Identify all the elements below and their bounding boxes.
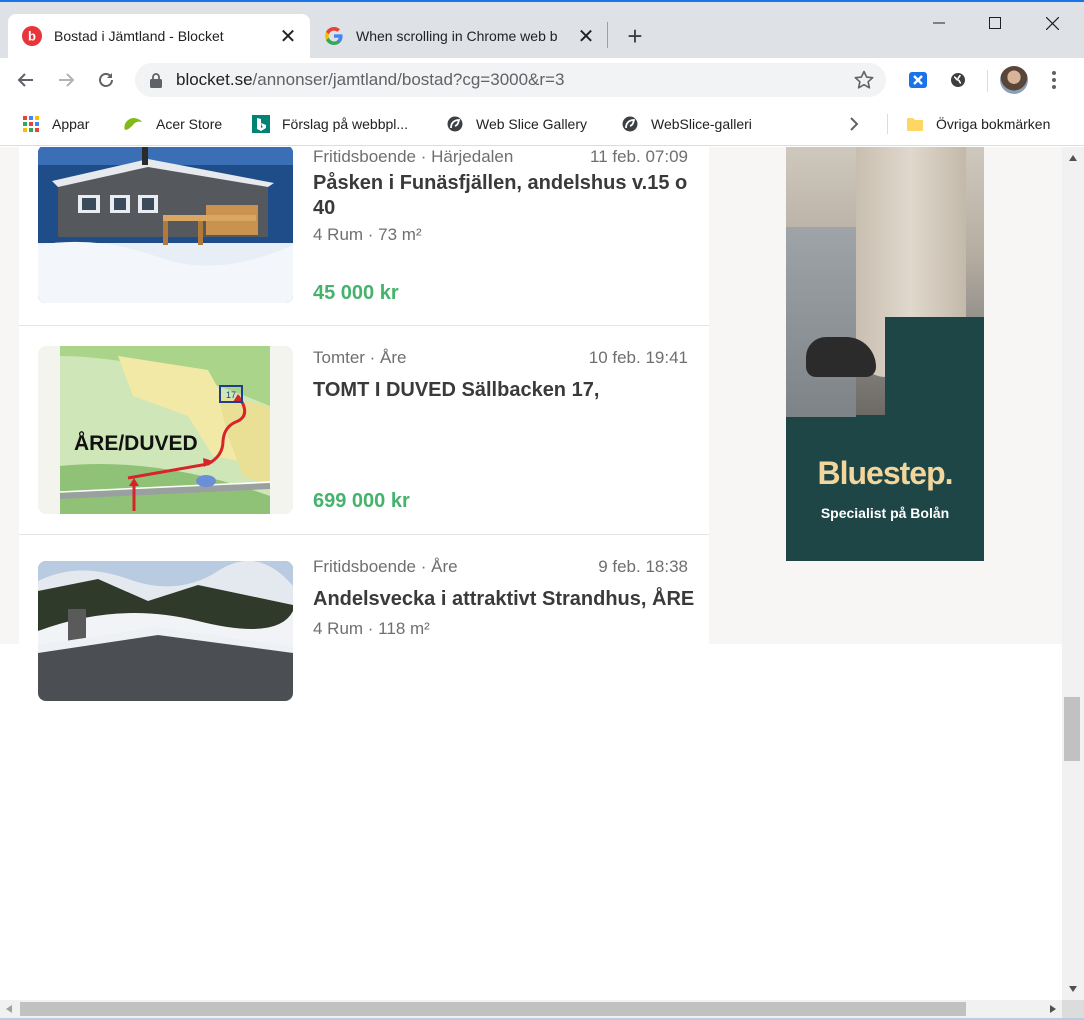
bookmark-label: Acer Store — [156, 116, 223, 132]
tab-close-icon[interactable]: ✕ — [276, 24, 300, 48]
listing-price: 45 000 kr — [313, 282, 399, 304]
svg-text:b: b — [28, 29, 36, 44]
tab-google[interactable]: When scrolling in Chrome web b ✕ — [310, 14, 608, 58]
ad-tagline: Specialist på Bolån — [820, 505, 950, 521]
scroll-up-arrow-icon[interactable] — [1062, 147, 1084, 169]
tab-close-icon[interactable]: ✕ — [574, 24, 598, 48]
bookmark-star-icon[interactable] — [854, 70, 874, 90]
vertical-scroll-thumb[interactable] — [1064, 697, 1080, 761]
toolbar-separator — [987, 70, 988, 92]
browser-window: b Bostad i Jämtland - Blocket ✕ When scr… — [0, 0, 1084, 1020]
listing-item[interactable]: Fritidsboende · Åre 9 feb. 18:38 Andelsv… — [19, 535, 709, 701]
listing-title[interactable]: Påsken i Funäsfjällen, andelshus v.15 o … — [313, 171, 688, 221]
profile-avatar[interactable] — [1000, 66, 1028, 94]
acer-logo-icon — [122, 115, 144, 133]
bookmarks-separator — [887, 114, 888, 134]
tab-blocket[interactable]: b Bostad i Jämtland - Blocket ✕ — [8, 14, 310, 58]
bookmark-web-slice-gallery[interactable]: Web Slice Gallery — [446, 112, 587, 136]
minimize-icon[interactable] — [916, 8, 962, 38]
listing-date: 11 feb. 07:09 — [590, 147, 688, 166]
new-tab-icon[interactable]: + — [620, 21, 650, 51]
page-viewport: Fritidsboende · Härjedalen 11 feb. 07:09… — [0, 147, 1062, 1000]
menu-dots-icon[interactable] — [1042, 68, 1066, 92]
listing-item[interactable]: Fritidsboende · Härjedalen 11 feb. 07:09… — [19, 147, 709, 326]
bing-icon — [252, 115, 270, 133]
listing-item[interactable]: 17 ÅRE/DUVED Tomter · Åre 10 feb. 19:41 … — [19, 326, 709, 535]
listing-column: Fritidsboende · Härjedalen 11 feb. 07:09… — [19, 147, 709, 701]
bookmarks-bar: Appar Acer Store Förslag på webbpl... We… — [0, 102, 1084, 146]
extension-x-icon[interactable] — [906, 68, 930, 92]
tab-strip: b Bostad i Jämtland - Blocket ✕ When scr… — [0, 2, 1084, 58]
url-path: /annonser/jamtland/bostad?cg=3000&r=3 — [252, 70, 565, 89]
lot-number: 17 — [226, 390, 236, 400]
tab-title: Bostad i Jämtland - Blocket — [54, 28, 224, 44]
listing-price: 699 000 kr — [313, 490, 410, 512]
forward-arrow-icon[interactable] — [52, 66, 80, 94]
listing-title[interactable]: TOMT I DUVED Sällbacken 17, — [313, 378, 688, 403]
horizontal-scrollbar[interactable] — [0, 1000, 1062, 1018]
bookmark-label: WebSlice-galleri — [651, 116, 752, 132]
listing-image[interactable] — [38, 147, 293, 303]
listing-image[interactable]: 17 ÅRE/DUVED — [38, 346, 293, 514]
url-host: blocket.se — [176, 70, 253, 89]
lock-icon[interactable] — [148, 72, 164, 88]
horizontal-scroll-thumb[interactable] — [20, 1002, 966, 1016]
tab-title: When scrolling in Chrome web b — [356, 28, 558, 44]
image-label: ÅRE/DUVED — [74, 431, 198, 455]
bookmarks-overflow-chevron-icon[interactable] — [842, 112, 866, 136]
blocket-favicon-icon: b — [22, 26, 42, 46]
vertical-scrollbar[interactable] — [1062, 147, 1084, 1000]
url-text: blocket.se/annonser/jamtland/bostad?cg=3… — [176, 70, 564, 90]
apps-grid-icon — [22, 115, 40, 133]
extension-globe-icon[interactable] — [946, 68, 970, 92]
folder-icon — [906, 115, 924, 133]
scroll-right-arrow-icon[interactable] — [1044, 1000, 1062, 1018]
scroll-left-arrow-icon[interactable] — [0, 1000, 18, 1018]
toolbar: blocket.se/annonser/jamtland/bostad?cg=3… — [0, 58, 1084, 102]
listing-category: Tomter · Åre — [313, 348, 407, 367]
listing-date: 10 feb. 19:41 — [588, 348, 688, 367]
web-slice-icon — [621, 115, 639, 133]
listing-image[interactable] — [38, 561, 293, 701]
bookmark-appar[interactable]: Appar — [22, 112, 89, 136]
scroll-down-arrow-icon[interactable] — [1062, 978, 1084, 1000]
listing-details: 4 Rum · 118 m² — [313, 619, 430, 638]
bookmark-label: Web Slice Gallery — [476, 116, 588, 132]
back-arrow-icon[interactable] — [12, 66, 40, 94]
bookmark-label: Förslag på webbpl... — [282, 116, 409, 132]
listing-date: 9 feb. 18:38 — [598, 557, 688, 576]
ad-brand: Bluestep. — [817, 455, 953, 491]
listing-category: Fritidsboende · Åre — [313, 557, 458, 576]
listing-title[interactable]: Andelsvecka i attraktivt Strandhus, ÅRE — [313, 587, 694, 612]
bookmark-label: Appar — [52, 116, 90, 132]
tab-separator — [607, 22, 608, 48]
bookmark-label: Övriga bokmärken — [936, 116, 1051, 132]
bluestep-ad[interactable]: Bluestep. Specialist på Bolån — [786, 147, 984, 561]
reload-icon[interactable] — [92, 66, 120, 94]
bookmark-forslag[interactable]: Förslag på webbpl... — [252, 112, 408, 136]
address-bar[interactable]: blocket.se/annonser/jamtland/bostad?cg=3… — [135, 63, 886, 97]
maximize-icon[interactable] — [972, 8, 1018, 38]
scrollbar-corner — [1062, 1000, 1084, 1018]
bookmark-acer-store[interactable]: Acer Store — [122, 112, 222, 136]
listing-category: Fritidsboende · Härjedalen — [313, 147, 514, 166]
google-favicon-icon — [324, 26, 344, 46]
bookmark-other-folder[interactable]: Övriga bokmärken — [906, 112, 1050, 136]
window-close-icon[interactable] — [1029, 8, 1075, 38]
web-slice-icon — [446, 115, 464, 133]
listing-details: 4 Rum · 73 m² — [313, 225, 422, 244]
bookmark-webslice-galleri[interactable]: WebSlice-galleri — [621, 112, 752, 136]
